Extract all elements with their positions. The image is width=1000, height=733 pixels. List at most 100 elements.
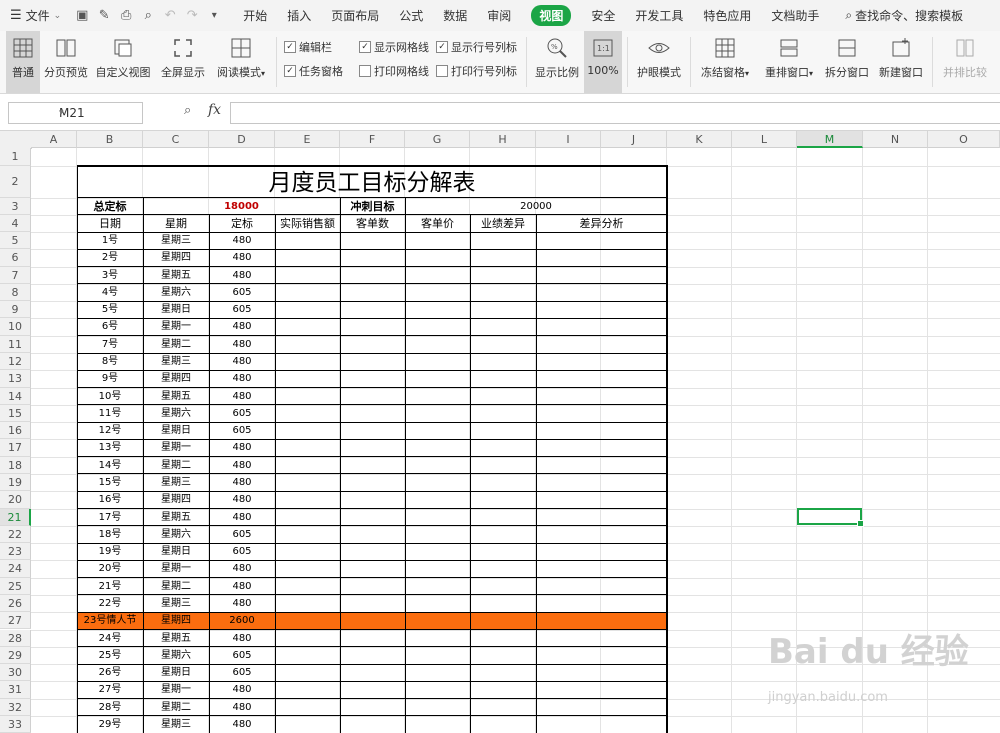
normal-view-button[interactable]: 普通 bbox=[6, 31, 40, 93]
column-header[interactable]: D bbox=[209, 131, 275, 148]
eye-protection-button[interactable]: 护眼模式 bbox=[634, 31, 684, 93]
checkbox-print-headers[interactable]: 打印行号列标 bbox=[436, 63, 517, 79]
table-cell[interactable]: 480 bbox=[209, 388, 275, 405]
table-cell[interactable]: 480 bbox=[209, 716, 275, 733]
row-header[interactable]: 26 bbox=[0, 594, 31, 613]
table-cell[interactable]: 星期 bbox=[143, 215, 209, 232]
table-cell[interactable]: 28号 bbox=[77, 699, 143, 716]
row-header[interactable]: 13 bbox=[0, 370, 31, 388]
table-cell[interactable]: 星期三 bbox=[143, 232, 209, 249]
table-cell[interactable]: 29号 bbox=[77, 716, 143, 733]
freeze-panes-button[interactable]: 冻结窗格▾ bbox=[696, 31, 754, 93]
column-header[interactable]: M bbox=[797, 131, 863, 148]
table-cell[interactable]: 8号 bbox=[77, 353, 143, 370]
table-cell[interactable]: 22号 bbox=[77, 595, 143, 612]
row-header[interactable]: 16 bbox=[0, 422, 31, 440]
row-header[interactable]: 24 bbox=[0, 560, 31, 578]
row-header[interactable]: 29 bbox=[0, 646, 31, 665]
table-cell[interactable]: 480 bbox=[209, 560, 275, 577]
table-cell[interactable]: 480 bbox=[209, 353, 275, 370]
column-header[interactable]: F bbox=[340, 131, 405, 148]
zoom-search-icon[interactable]: ⌕ bbox=[184, 103, 191, 118]
table-cell[interactable]: 605 bbox=[209, 422, 275, 439]
table-cell[interactable]: 星期四 bbox=[143, 370, 209, 387]
column-header[interactable]: A bbox=[31, 131, 77, 148]
tab-5[interactable]: 审阅 bbox=[477, 0, 521, 31]
chevron-down-icon[interactable]: ▾ bbox=[59, 103, 138, 123]
row-header[interactable]: 14 bbox=[0, 387, 31, 405]
row-header[interactable]: 4 bbox=[0, 214, 31, 233]
table-cell[interactable]: 总定标 bbox=[77, 198, 143, 215]
table-cell[interactable]: 星期四 bbox=[143, 249, 209, 266]
table-cell[interactable]: 星期二 bbox=[143, 699, 209, 716]
table-cell[interactable]: 星期六 bbox=[143, 647, 209, 664]
tab-4[interactable]: 数据 bbox=[433, 0, 477, 31]
table-cell[interactable]: 21号 bbox=[77, 578, 143, 595]
checkbox-show-gridlines[interactable]: ✓ 显示网格线 bbox=[359, 39, 429, 55]
table-cell[interactable]: 客单价 bbox=[405, 215, 470, 232]
table-cell[interactable]: 业绩差异 bbox=[470, 215, 536, 232]
table-cell[interactable]: 1号 bbox=[77, 232, 143, 249]
table-cell[interactable]: 20号 bbox=[77, 560, 143, 577]
table-cell[interactable]: 星期六 bbox=[143, 405, 209, 422]
tab-0[interactable]: 开始 bbox=[233, 0, 277, 31]
table-cell[interactable]: 605 bbox=[209, 284, 275, 301]
table-cell[interactable]: 25号 bbox=[77, 647, 143, 664]
table-cell[interactable]: 星期日 bbox=[143, 664, 209, 681]
row-header[interactable]: 18 bbox=[0, 456, 31, 474]
print-icon[interactable]: ⎙ bbox=[119, 8, 133, 23]
sheet-title[interactable]: 月度员工目标分解表 bbox=[77, 166, 667, 197]
tab-7[interactable]: 安全 bbox=[581, 0, 625, 31]
row-header[interactable]: 30 bbox=[0, 664, 31, 682]
table-cell[interactable]: 480 bbox=[209, 595, 275, 612]
table-cell[interactable]: 480 bbox=[209, 267, 275, 284]
table-cell[interactable]: 星期一 bbox=[143, 318, 209, 335]
reading-mode-button[interactable]: 阅读模式▾ bbox=[212, 31, 270, 93]
row-header[interactable]: 21 bbox=[0, 508, 31, 526]
table-cell[interactable]: 星期日 bbox=[143, 543, 209, 560]
row-header[interactable]: 15 bbox=[0, 404, 31, 423]
tab-1[interactable]: 插入 bbox=[277, 0, 321, 31]
save-icon[interactable]: ▣ bbox=[75, 8, 89, 23]
table-cell[interactable]: 605 bbox=[209, 543, 275, 560]
table-cell[interactable]: 16号 bbox=[77, 491, 143, 508]
table-cell[interactable]: 480 bbox=[209, 578, 275, 595]
table-cell[interactable]: 5号 bbox=[77, 301, 143, 318]
column-header[interactable]: K bbox=[667, 131, 732, 148]
customize-toolbar-icon[interactable]: ▾ bbox=[207, 9, 221, 23]
fill-handle[interactable] bbox=[857, 520, 864, 527]
row-header[interactable]: 12 bbox=[0, 353, 31, 371]
selected-cell[interactable] bbox=[797, 508, 864, 527]
table-cell[interactable]: 15号 bbox=[77, 474, 143, 491]
table-cell[interactable]: 480 bbox=[209, 439, 275, 456]
table-cell[interactable]: 冲刺目标 bbox=[340, 198, 405, 215]
table-cell[interactable]: 客单数 bbox=[340, 215, 405, 232]
checkbox-print-gridlines[interactable]: 打印网格线 bbox=[359, 63, 429, 79]
table-cell[interactable]: 10号 bbox=[77, 388, 143, 405]
table-cell[interactable]: 星期二 bbox=[143, 336, 209, 353]
table-cell[interactable]: 605 bbox=[209, 526, 275, 543]
row-header[interactable]: 25 bbox=[0, 577, 31, 595]
table-cell[interactable]: 12号 bbox=[77, 422, 143, 439]
table-cell[interactable]: 星期三 bbox=[143, 474, 209, 491]
row-header[interactable]: 11 bbox=[0, 335, 31, 353]
row-header[interactable]: 10 bbox=[0, 318, 31, 336]
formula-input[interactable] bbox=[230, 102, 1000, 124]
table-cell[interactable]: 星期三 bbox=[143, 595, 209, 612]
table-cell[interactable]: 实际销售额 bbox=[275, 215, 340, 232]
tab-10[interactable]: 文档助手 bbox=[761, 0, 829, 31]
undo-icon[interactable]: ↶ bbox=[163, 8, 177, 23]
tab-9[interactable]: 特色应用 bbox=[693, 0, 761, 31]
table-cell[interactable]: 480 bbox=[209, 318, 275, 335]
checkbox-show-headers[interactable]: ✓ 显示行号列标 bbox=[436, 39, 517, 55]
row-header[interactable]: 33 bbox=[0, 715, 31, 733]
row-header[interactable]: 8 bbox=[0, 283, 31, 302]
select-all-corner[interactable] bbox=[0, 131, 32, 149]
table-cell[interactable]: 480 bbox=[209, 491, 275, 508]
table-cell[interactable]: 17号 bbox=[77, 509, 143, 526]
table-cell[interactable]: 星期二 bbox=[143, 457, 209, 474]
table-cell[interactable]: 480 bbox=[209, 457, 275, 474]
row-header[interactable]: 19 bbox=[0, 473, 31, 492]
row-header[interactable]: 3 bbox=[0, 197, 31, 215]
row-header[interactable]: 17 bbox=[0, 439, 31, 457]
